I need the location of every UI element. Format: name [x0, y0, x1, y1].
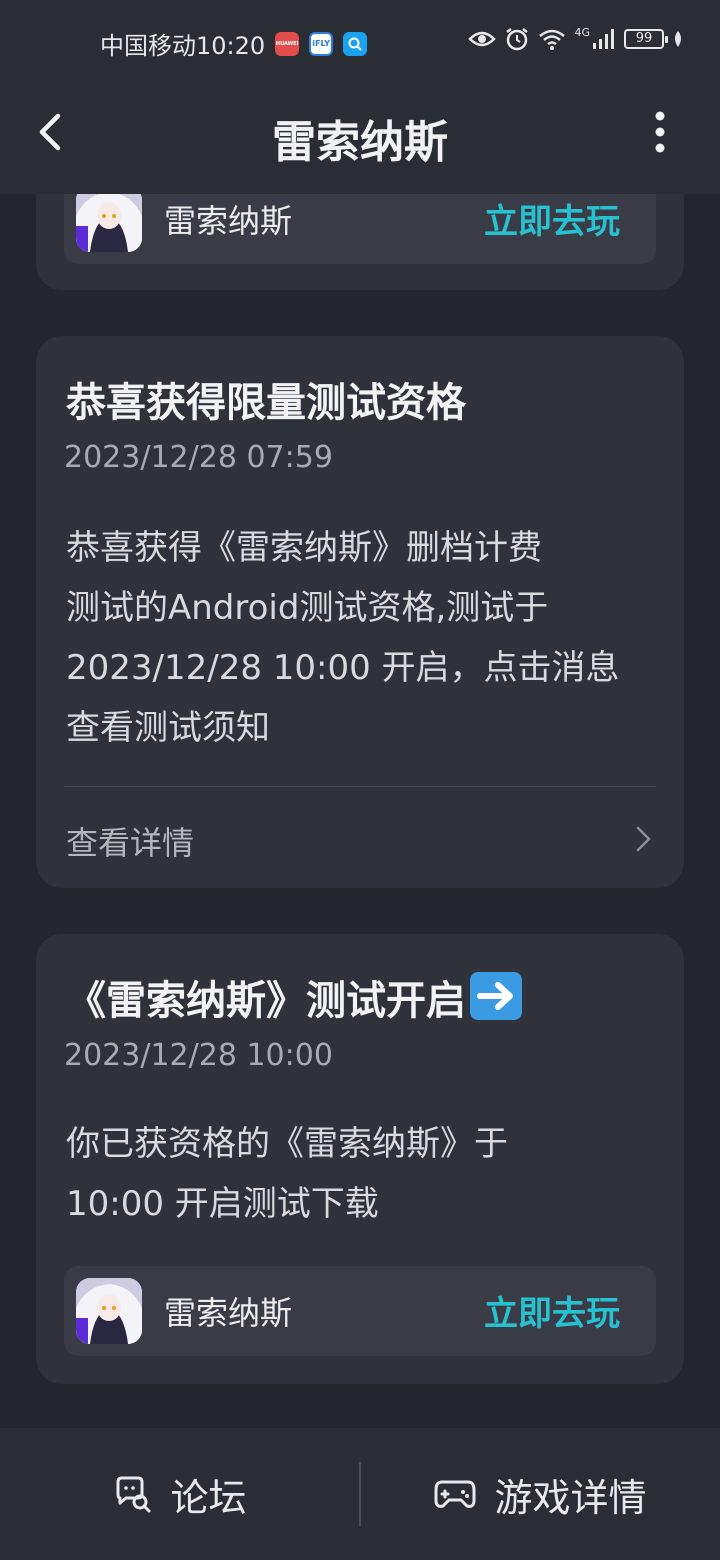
- game-row[interactable]: 雷索纳斯 立即去玩: [64, 1266, 656, 1356]
- more-options-button[interactable]: [642, 110, 678, 154]
- game-avatar: [76, 1278, 142, 1344]
- huawei-store-icon: HUAWEI: [275, 31, 300, 56]
- message-title-text: 《雷索纳斯》测试开启: [66, 978, 466, 1024]
- top-app-bar: 雷索纳斯: [0, 84, 720, 194]
- leaf-icon: [675, 31, 681, 47]
- message-body-line: 测试的Android测试资格,测试于: [66, 588, 549, 628]
- huawei-store-label: HUAWEI: [275, 40, 299, 47]
- ifly-icon: iFLY: [309, 31, 334, 56]
- message-title: 《雷索纳斯》测试开启: [66, 968, 522, 1026]
- view-details-row[interactable]: 查看详情: [36, 788, 684, 888]
- message-card[interactable]: 《雷索纳斯》测试开启 2023/12/28 10:00 你已获资格的《雷索纳斯》…: [36, 934, 684, 1384]
- message-body: 你已获资格的《雷索纳斯》于 10:00 开启测试下载: [66, 1114, 646, 1234]
- message-body: 恭喜获得《雷索纳斯》删档计费 测试的Android测试资格,测试于 2023/1…: [66, 518, 646, 758]
- forum-chat-icon: [116, 1476, 151, 1513]
- ifly-label: iFLY: [312, 39, 331, 48]
- network-type: 4G: [574, 26, 590, 39]
- forum-label: 论坛: [170, 1475, 247, 1520]
- eye-icon: [468, 31, 497, 47]
- divider: [64, 786, 656, 787]
- message-card[interactable]: 恭喜获得限量测试资格 2023/12/28 07:59 恭喜获得《雷索纳斯》删档…: [36, 336, 684, 888]
- play-now-button[interactable]: 立即去玩: [484, 1286, 620, 1335]
- game-name: 雷索纳斯: [164, 1294, 293, 1332]
- battery-level: 99: [635, 31, 653, 46]
- wifi-icon: [539, 29, 566, 50]
- search-app-icon: [343, 31, 368, 56]
- signal-icon: [593, 29, 614, 49]
- carrier-time: 中国移动10:20 HUAWEI iFLY: [100, 26, 368, 61]
- message-body-line: 恭喜获得《雷索纳斯》删档计费: [66, 528, 542, 568]
- status-icons: 4G 99: [468, 26, 684, 52]
- alarm-icon: [506, 28, 529, 51]
- message-card-previous: 雷索纳斯 立即去玩: [36, 194, 684, 290]
- status-bar: 中国移动10:20 HUAWEI iFLY 4G 99: [0, 0, 720, 84]
- game-row[interactable]: 雷索纳斯 立即去玩: [64, 194, 656, 264]
- forum-button[interactable]: 论坛: [0, 1428, 359, 1560]
- gamepad-icon: [434, 1480, 476, 1508]
- message-body-line: 查看测试须知: [66, 708, 270, 748]
- message-title: 恭喜获得限量测试资格: [66, 380, 466, 426]
- game-details-label: 游戏详情: [494, 1475, 647, 1520]
- message-list[interactable]: 雷索纳斯 立即去玩 恭喜获得限量测试资格 2023/12/28 07:59 恭喜…: [0, 194, 720, 1428]
- message-body-line: 2023/12/28 10:00 开启，点击消息: [66, 648, 620, 688]
- battery-icon: 99: [624, 29, 668, 49]
- view-details-label: 查看详情: [66, 824, 195, 862]
- message-time: 2023/12/28 10:00: [64, 1038, 333, 1073]
- more-vertical-icon: [655, 111, 665, 153]
- message-time: 2023/12/28 07:59: [64, 440, 333, 475]
- game-avatar: [76, 194, 142, 252]
- chevron-right-icon: [636, 826, 651, 852]
- play-now-button[interactable]: 立即去玩: [484, 194, 620, 243]
- bottom-bar: 论坛 游戏详情: [0, 1428, 720, 1560]
- carrier-time-text: 中国移动10:20: [100, 32, 266, 60]
- message-body-line: 10:00 开启测试下载: [66, 1184, 379, 1224]
- game-details-button[interactable]: 游戏详情: [361, 1428, 720, 1560]
- arrow-right-icon: [470, 972, 522, 1020]
- message-body-line: 你已获资格的《雷索纳斯》于: [66, 1124, 508, 1164]
- game-name: 雷索纳斯: [164, 202, 293, 240]
- page-title: 雷索纳斯: [272, 117, 448, 168]
